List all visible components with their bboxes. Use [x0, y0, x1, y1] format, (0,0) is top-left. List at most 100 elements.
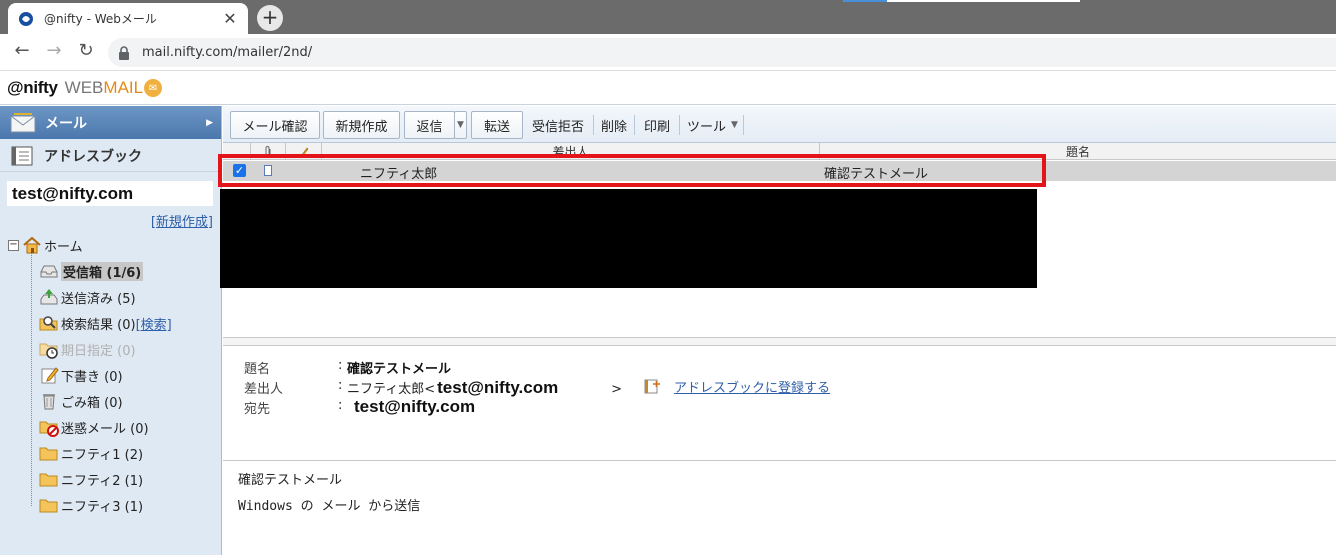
tab-strip-accent-light — [887, 0, 1080, 2]
folder-inbox[interactable]: 受信箱 (1/6) — [39, 260, 144, 282]
detail-colon: : — [338, 358, 343, 373]
folder-trash[interactable]: ごみ箱 (0) — [39, 390, 123, 412]
tab-close-icon[interactable]: ✕ — [222, 9, 238, 28]
sidebar-mail-label: メール — [45, 115, 87, 132]
back-button[interactable]: ← — [10, 40, 34, 64]
detail-colon: : — [338, 378, 343, 393]
forward-button[interactable]: → — [42, 40, 66, 64]
unread-mail-icon — [264, 165, 272, 176]
message-header-detail: 題名 : 確認テストメール 差出人 : ニフティ太郎< test@nifty.co… — [223, 346, 1336, 461]
main-pane: メール確認 新規作成 返信 ▼ 転送 受信拒否 削除 印刷 ツール ▼ 差出人 … — [218, 106, 1336, 555]
paperclip-icon — [265, 145, 271, 156]
chevron-right-icon: ▶ — [206, 117, 213, 128]
folder-inbox-label: 受信箱 (1/6) — [61, 261, 144, 281]
tools-menu-button[interactable]: ツール ▼ — [687, 111, 738, 139]
toolbar-divider — [634, 115, 635, 135]
draft-pencil-icon — [41, 367, 59, 384]
message-list-header: 差出人 題名 — [223, 143, 1336, 160]
detail-from-name: ニフティ太郎< — [347, 382, 436, 397]
logo-web-text: WEB — [64, 78, 104, 97]
spam-block-icon — [39, 421, 59, 437]
detail-from: ニフティ太郎< test@nifty.com > — [347, 378, 622, 398]
check-mail-button[interactable]: メール確認 — [230, 111, 320, 139]
tools-label: ツール — [687, 119, 727, 135]
row-checkbox[interactable]: ✓ — [233, 164, 246, 177]
new-folder-link[interactable]: [新規作成] — [151, 211, 213, 230]
browser-toolbar: ← → ↻ mail.nifty.com/mailer/2nd/ — [0, 34, 1336, 71]
redacted-area — [220, 189, 1037, 288]
add-contact-icon[interactable] — [644, 379, 661, 394]
chevron-down-icon: ▼ — [731, 120, 738, 130]
collapse-icon[interactable]: − — [8, 239, 19, 251]
trash-icon — [43, 394, 55, 410]
reply-button[interactable]: 返信 — [404, 111, 455, 139]
folder-scheduled[interactable]: 期日指定 (0) — [39, 338, 136, 360]
detail-to-email: test@nifty.com — [354, 397, 476, 416]
detail-colon: : — [338, 398, 343, 413]
folder-icon — [39, 447, 58, 461]
folder-sent[interactable]: 送信済み (5) — [39, 286, 136, 308]
body-line: 確認テストメール — [238, 473, 343, 488]
new-tab-button[interactable]: + — [257, 5, 283, 31]
col-attachment[interactable] — [251, 143, 286, 160]
tab-strip-accent — [843, 0, 887, 2]
chevron-down-icon: ▼ — [457, 120, 464, 130]
message-row[interactable]: ✓ ニフティ太郎 確認テストメール — [223, 161, 1336, 182]
lock-icon — [119, 45, 129, 60]
reply-menu-button[interactable]: ▼ — [454, 111, 467, 139]
folder-sent-label: 送信済み (5) — [61, 291, 136, 307]
toolbar-divider — [679, 115, 680, 135]
print-button[interactable]: 印刷 — [644, 111, 670, 139]
nifty-favicon-icon — [19, 11, 33, 26]
nifty-logo: @nifty — [7, 78, 58, 97]
sidebar-item-mail[interactable]: メール ▶ — [0, 106, 221, 139]
folder-spam-label: 迷惑メール (0) — [61, 421, 149, 437]
sidebar-item-addressbook[interactable]: アドレスブック — [0, 141, 221, 172]
col-subject[interactable]: 題名 — [820, 143, 1336, 160]
browser-tab-nifty[interactable]: @nifty - Webメール ✕ — [8, 3, 248, 34]
col-from[interactable]: 差出人 — [322, 143, 820, 160]
row-from: ニフティ太郎 — [360, 167, 438, 182]
sidebar-addressbook-label: アドレスブック — [44, 149, 142, 165]
folder-drafts[interactable]: 下書き (0) — [39, 364, 123, 386]
col-select[interactable] — [223, 143, 251, 160]
address-bar[interactable]: mail.nifty.com/mailer/2nd/ — [108, 38, 1336, 67]
inbox-tray-icon — [40, 265, 58, 278]
tree-item-home[interactable]: − ホーム — [8, 234, 83, 256]
url-text: mail.nifty.com/mailer/2nd/ — [142, 45, 313, 60]
folder-nifty1-label: ニフティ1 (2) — [61, 447, 144, 463]
block-sender-button[interactable]: 受信拒否 — [532, 111, 584, 139]
body-divider — [223, 460, 1336, 461]
folder-nifty2[interactable]: ニフティ2 (1) — [39, 468, 143, 490]
forward-mail-button[interactable]: 転送 — [471, 111, 523, 139]
account-address: test@nifty.com — [7, 181, 213, 206]
detail-from-close: > — [611, 382, 623, 397]
toolbar-divider — [743, 115, 744, 135]
mail-toolbar: メール確認 新規作成 返信 ▼ 転送 受信拒否 削除 印刷 ツール ▼ — [223, 106, 1336, 143]
col-flag[interactable] — [286, 143, 322, 160]
folder-spam[interactable]: 迷惑メール (0) — [39, 416, 149, 438]
detail-from-label: 差出人 — [244, 382, 284, 397]
scheduled-folder-icon — [39, 343, 58, 359]
delete-button[interactable]: 削除 — [601, 111, 627, 139]
detail-subject-label: 題名 — [244, 362, 271, 377]
tab-title: @nifty - Webメール — [44, 12, 157, 26]
search-link[interactable]: [検索] — [136, 314, 172, 333]
folder-search-results[interactable]: 検索結果 (0) [検索] — [39, 312, 172, 334]
pane-splitter[interactable] — [223, 337, 1336, 346]
pencil-icon — [298, 147, 308, 157]
sidebar: メール ▶ アドレスブック test@nifty.com [新規作成] − ホー… — [0, 106, 222, 555]
browser-tab-bar: @nifty - Webメール ✕ + — [0, 0, 1336, 34]
search-folder-icon — [39, 316, 58, 331]
compose-button[interactable]: 新規作成 — [323, 111, 400, 139]
folder-nifty1[interactable]: ニフティ1 (2) — [39, 442, 143, 464]
folder-scheduled-label: 期日指定 (0) — [61, 343, 136, 359]
add-to-addressbook-link[interactable]: アドレスブックに登録する — [674, 377, 830, 396]
reload-button[interactable]: ↻ — [74, 40, 98, 64]
logo-mail-text: MAIL — [103, 78, 144, 97]
col-from-label: 差出人 — [552, 145, 589, 159]
folder-nifty3[interactable]: ニフティ3 (1) — [39, 494, 143, 516]
folder-nifty3-label: ニフティ3 (1) — [61, 499, 144, 515]
toolbar-divider — [593, 115, 594, 135]
detail-subject: 確認テストメール — [347, 362, 452, 377]
